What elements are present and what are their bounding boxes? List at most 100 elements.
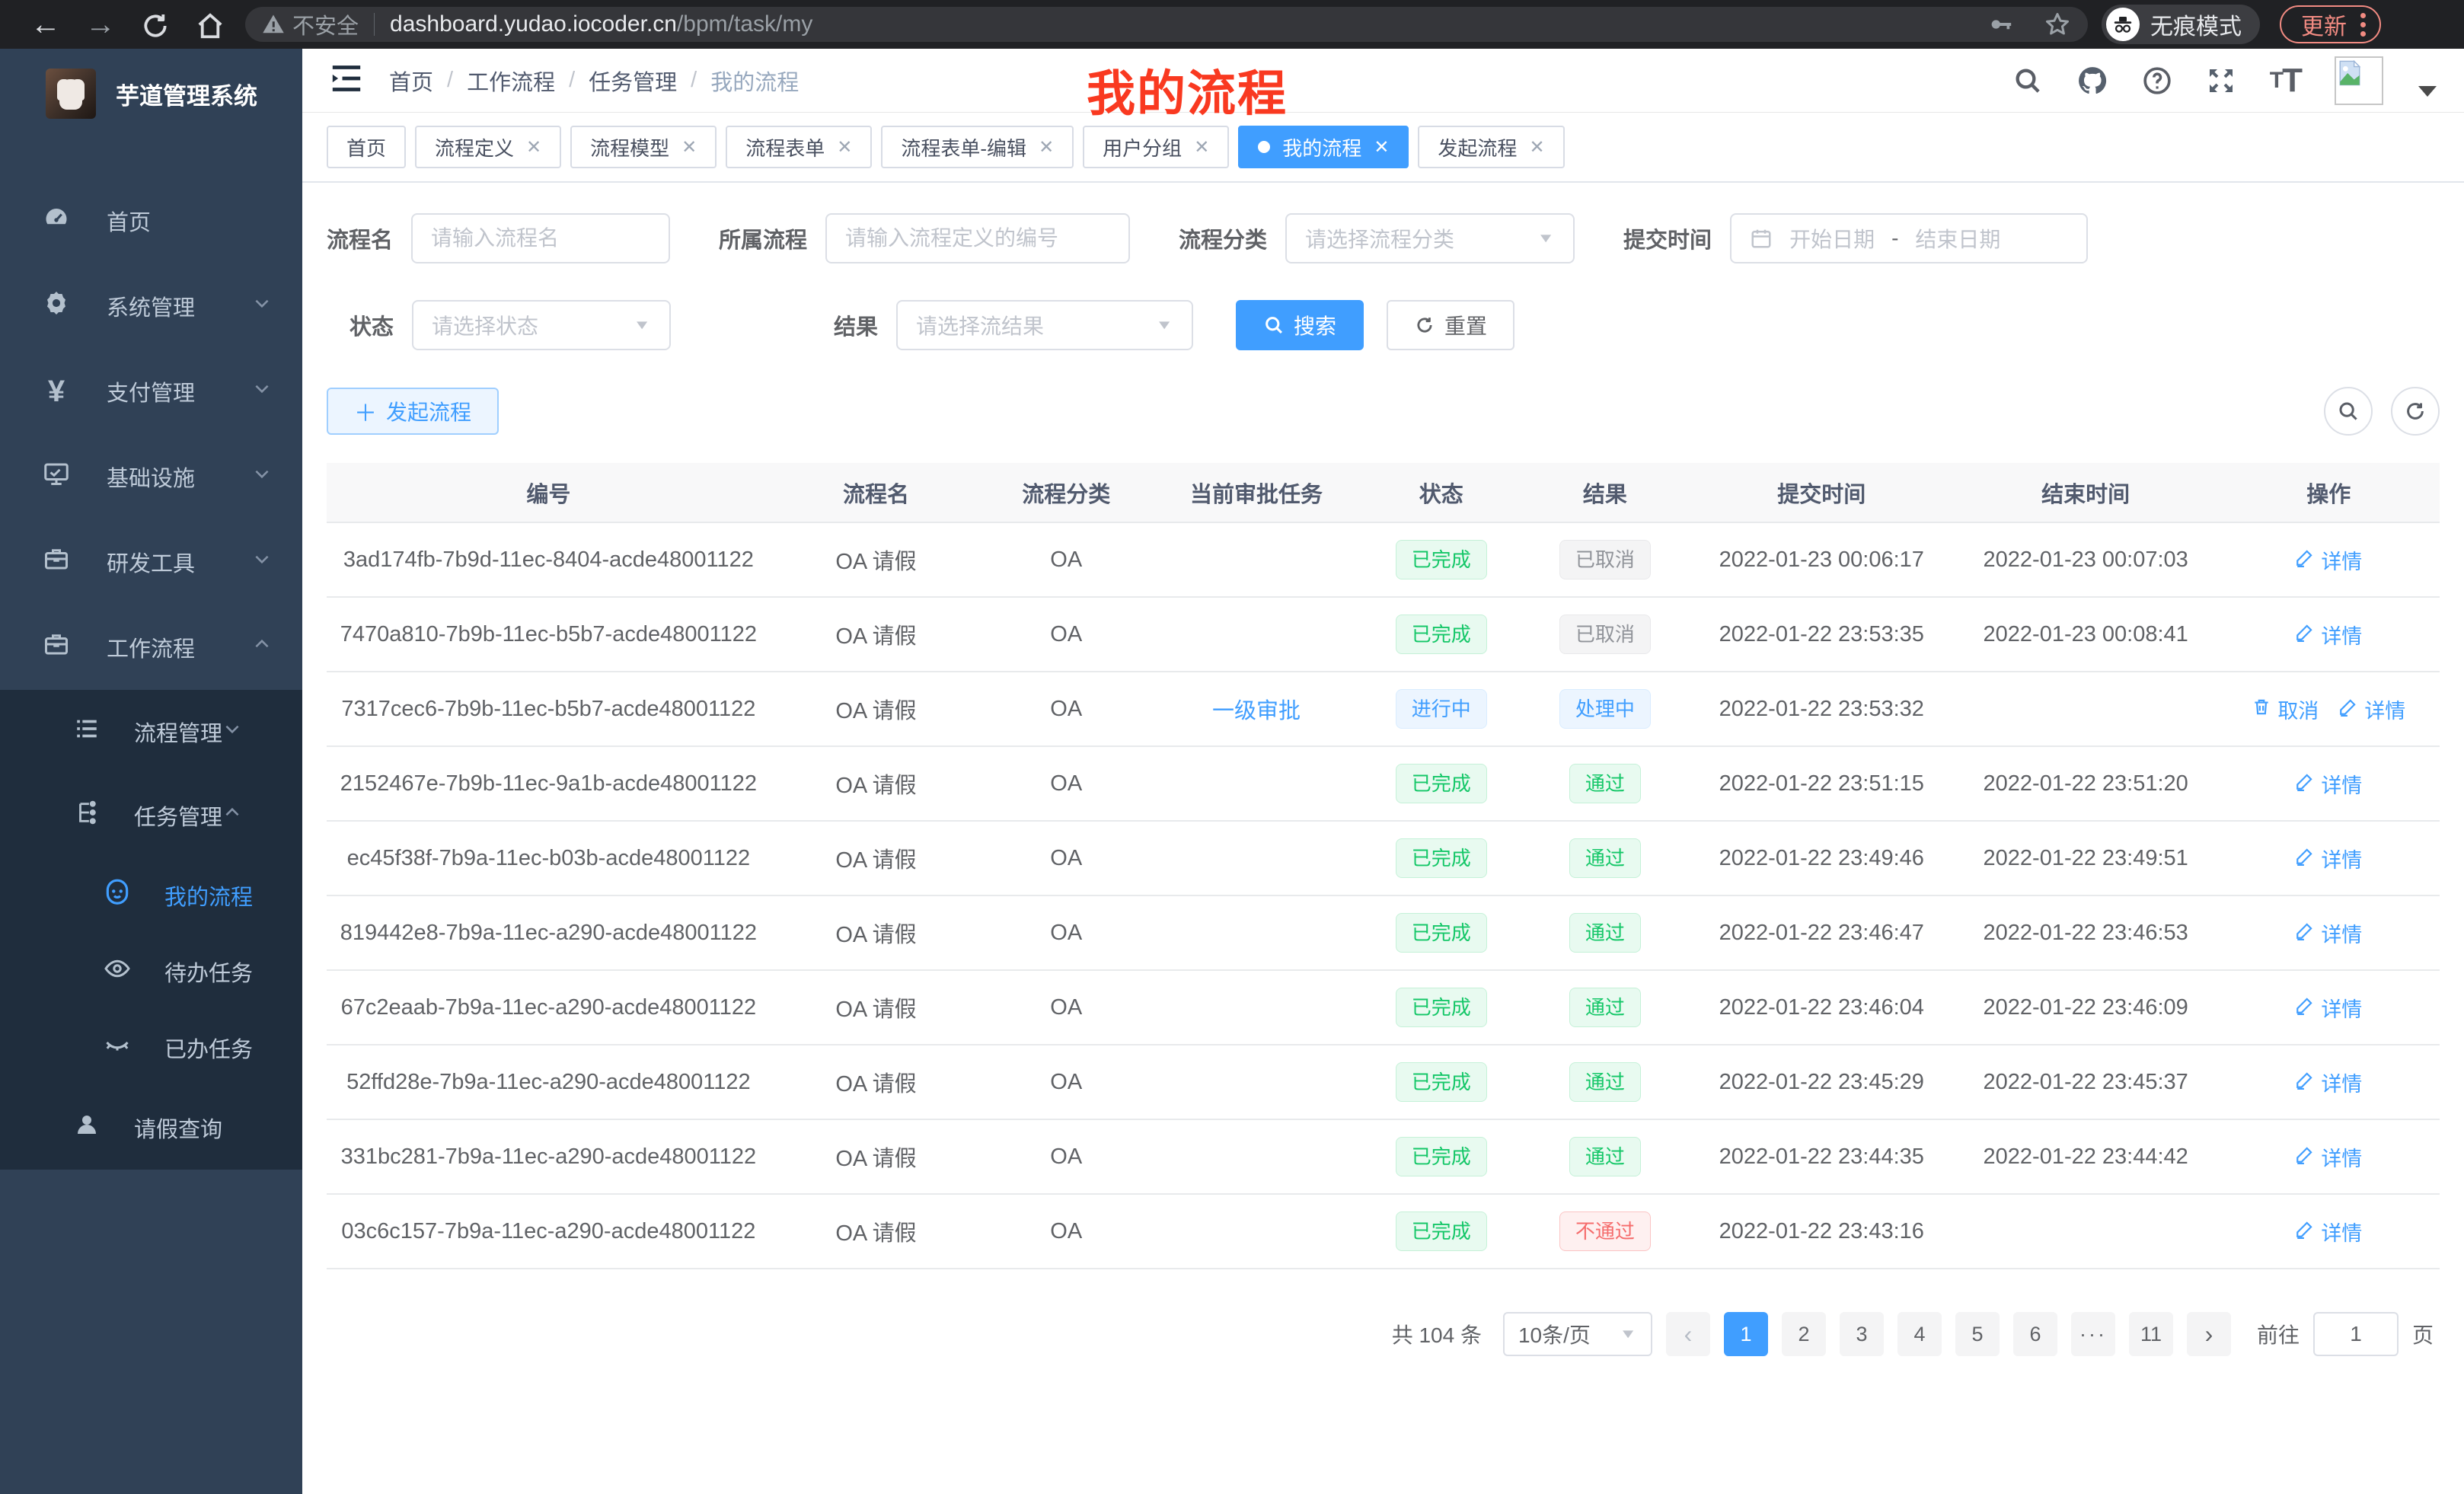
tag-view-tab-7[interactable]: 发起流程✕ xyxy=(1418,126,1564,168)
goto-page-input[interactable] xyxy=(2313,1312,2399,1356)
page-size-select[interactable]: 10条/页 ▼ xyxy=(1503,1312,1652,1356)
detail-action[interactable]: 详情 xyxy=(2295,545,2362,575)
process-definition-input[interactable] xyxy=(825,213,1130,263)
detail-action[interactable]: 详情 xyxy=(2295,769,2362,799)
github-icon[interactable] xyxy=(2076,65,2108,97)
sidebar-item-done[interactable]: 已办任务 xyxy=(0,1010,302,1086)
breadcrumb-item-2[interactable]: 任务管理 xyxy=(589,65,677,97)
create-process-button[interactable]: ＋ 发起流程 xyxy=(327,388,499,435)
sidebar-item-process[interactable]: 流程管理 xyxy=(0,690,302,774)
close-icon[interactable]: ✕ xyxy=(526,136,541,158)
close-icon[interactable]: ✕ xyxy=(681,136,697,158)
close-icon[interactable]: ✕ xyxy=(1374,136,1389,158)
address-bar[interactable]: 不安全 dashboard.yudao.iocoder.cn/bpm/task/… xyxy=(245,7,2088,42)
refresh-table-button[interactable] xyxy=(2391,387,2440,436)
cancel-action[interactable]: 取消 xyxy=(2252,694,2319,724)
edit-icon xyxy=(2295,846,2315,871)
page-button-3[interactable]: 3 xyxy=(1840,1312,1884,1356)
key-icon[interactable] xyxy=(1987,11,2013,37)
prev-page-button[interactable]: ‹ xyxy=(1666,1312,1710,1356)
result-badge: 不通过 xyxy=(1559,1211,1651,1251)
sidebar-item-task[interactable]: 任务管理 xyxy=(0,774,302,857)
process-name-input-field[interactable] xyxy=(431,226,650,251)
star-icon[interactable] xyxy=(2044,11,2071,38)
close-icon[interactable]: ✕ xyxy=(1194,136,1209,158)
sidebar-item-system[interactable]: 系统管理 xyxy=(0,263,302,349)
process-definition-input-field[interactable] xyxy=(845,226,1110,251)
font-size-icon[interactable]: TT xyxy=(2270,62,2301,100)
browser-update-button[interactable]: 更新 xyxy=(2280,5,2381,43)
incognito-icon xyxy=(2106,8,2140,41)
page-button-5[interactable]: 5 xyxy=(1955,1312,2000,1356)
detail-action[interactable]: 详情 xyxy=(2295,1217,2362,1247)
status-select[interactable]: 请选择状态 ▼ xyxy=(412,300,671,350)
avatar-dropdown-caret[interactable] xyxy=(2418,86,2437,97)
close-icon[interactable]: ✕ xyxy=(1039,136,1054,158)
detail-action[interactable]: 详情 xyxy=(2295,1142,2362,1172)
page-button-11[interactable]: 11 xyxy=(2129,1312,2173,1356)
tag-view-tab-6[interactable]: 我的流程✕ xyxy=(1238,126,1409,168)
reload-icon[interactable] xyxy=(128,8,183,42)
sidebar-item-my-process[interactable]: 我的流程 xyxy=(0,857,302,934)
security-chip[interactable]: 不安全 xyxy=(262,8,359,40)
tag-view-tab-4[interactable]: 流程表单-编辑✕ xyxy=(881,126,1074,168)
edit-icon xyxy=(2295,1219,2315,1244)
column-header: 流程名 xyxy=(771,463,982,522)
search-button[interactable]: 搜索 xyxy=(1236,300,1364,350)
sidebar-item-todo[interactable]: 待办任务 xyxy=(0,934,302,1010)
tag-view-tab-2[interactable]: 流程模型✕ xyxy=(570,126,717,168)
next-page-button[interactable]: › xyxy=(2187,1312,2231,1356)
breadcrumb-item-0[interactable]: 首页 xyxy=(389,65,433,97)
app-logo-row[interactable]: 芋道管理系统 xyxy=(0,49,302,139)
breadcrumb: 首页/工作流程/任务管理/我的流程 xyxy=(389,65,799,97)
sidebar-collapse-icon[interactable] xyxy=(330,63,363,97)
detail-action[interactable]: 详情 xyxy=(2295,620,2362,650)
cell-current-task[interactable]: 一级审批 xyxy=(1151,672,1362,746)
cell-submit-time: 2022-01-22 23:46:47 xyxy=(1690,895,1954,970)
close-icon[interactable]: ✕ xyxy=(837,136,852,158)
cell-category: OA xyxy=(981,672,1151,746)
close-icon[interactable]: ✕ xyxy=(1529,136,1544,158)
result-select[interactable]: 请选择流结果 ▼ xyxy=(896,300,1193,350)
back-icon[interactable]: ← xyxy=(18,8,73,42)
reset-button[interactable]: 重置 xyxy=(1387,300,1514,350)
fullscreen-icon[interactable] xyxy=(2206,65,2236,96)
cell-category: OA xyxy=(981,895,1151,970)
tree-icon xyxy=(67,800,107,832)
url-text[interactable]: dashboard.yudao.iocoder.cn/bpm/task/my xyxy=(390,11,812,37)
page-button-1[interactable]: 1 xyxy=(1724,1312,1768,1356)
tag-view-tab-3[interactable]: 流程表单✕ xyxy=(726,126,872,168)
breadcrumb-item-1[interactable]: 工作流程 xyxy=(467,65,555,97)
cell-result: 不通过 xyxy=(1521,1194,1690,1269)
detail-action[interactable]: 详情 xyxy=(2295,844,2362,873)
category-select[interactable]: 请选择流程分类 ▼ xyxy=(1285,213,1575,263)
sidebar-item-dev[interactable]: 研发工具 xyxy=(0,519,302,605)
sidebar-item-workflow[interactable]: 工作流程 xyxy=(0,605,302,690)
help-icon[interactable] xyxy=(2142,65,2172,96)
tag-view-tab-1[interactable]: 流程定义✕ xyxy=(415,126,561,168)
cell-actions: 详情 xyxy=(2218,597,2440,672)
home-icon[interactable] xyxy=(183,8,238,42)
page-button-2[interactable]: 2 xyxy=(1782,1312,1826,1356)
table-row: 331bc281-7b9a-11ec-a290-acde48001122OA 请… xyxy=(327,1119,2440,1194)
sidebar-item-home[interactable]: 首页 xyxy=(0,178,302,263)
detail-action[interactable]: 详情 xyxy=(2295,993,2362,1023)
tag-view-tab-0[interactable]: 首页 xyxy=(327,126,406,168)
detail-action[interactable]: 详情 xyxy=(2295,1068,2362,1097)
sidebar-item-pay[interactable]: ¥支付管理 xyxy=(0,349,302,434)
detail-action[interactable]: 详情 xyxy=(2295,918,2362,948)
detail-action[interactable]: 详情 xyxy=(2338,694,2405,724)
tag-view-tab-5[interactable]: 用户分组✕ xyxy=(1083,126,1229,168)
sidebar-item-leave[interactable]: 请假查询 xyxy=(0,1086,302,1170)
more-menu-icon[interactable] xyxy=(2360,13,2366,37)
search-icon[interactable] xyxy=(2012,65,2043,96)
submit-time-range-picker[interactable]: 开始日期 - 结束日期 xyxy=(1730,213,2088,263)
avatar-placeholder[interactable] xyxy=(2335,56,2383,105)
page-button-6[interactable]: 6 xyxy=(2013,1312,2057,1356)
app-logo xyxy=(46,69,96,119)
show-search-toggle-button[interactable] xyxy=(2324,387,2373,436)
process-name-input[interactable] xyxy=(411,213,670,263)
sidebar-item-infra[interactable]: 基础设施 xyxy=(0,434,302,519)
page-button-4[interactable]: 4 xyxy=(1897,1312,1942,1356)
forward-icon[interactable]: → xyxy=(73,8,128,42)
